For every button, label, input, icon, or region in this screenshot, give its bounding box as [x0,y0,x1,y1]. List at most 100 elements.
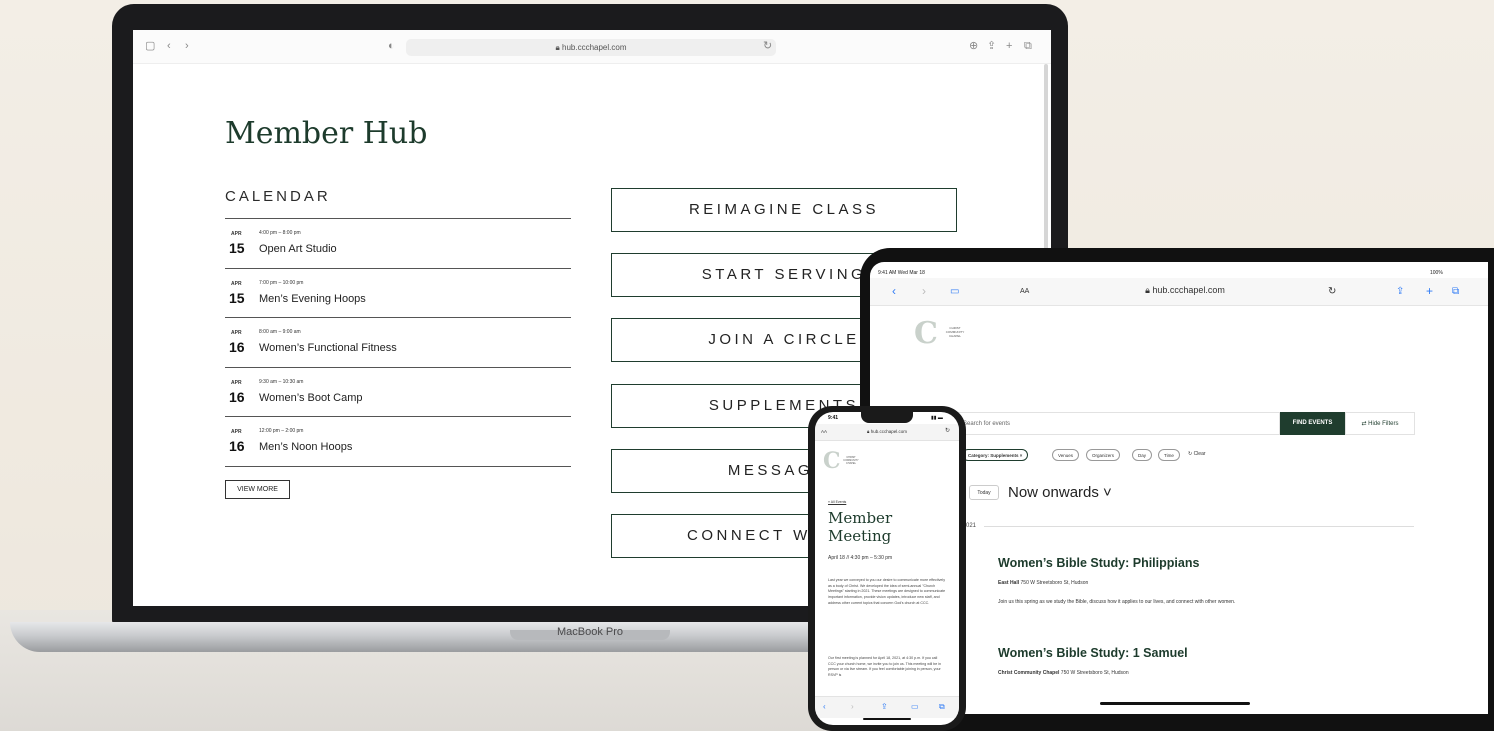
back-icon[interactable]: ‹ [823,702,826,711]
event-description: Join us this spring as we study the Bibl… [998,599,1236,605]
event-name: Open Art Studio [259,243,337,255]
home-indicator [863,718,911,720]
event-day: 16 [229,438,245,454]
forward-icon[interactable]: › [922,284,926,298]
logo-mark: C [914,316,938,351]
reload-icon[interactable]: ↻ [945,427,950,434]
event-time: 7:00 pm – 10:00 pm [259,279,304,286]
share-icon[interactable]: ⇪ [881,702,888,711]
sidebar-icon[interactable]: ▢ [145,39,155,53]
category-filter-chip[interactable]: Category: Supplements × [962,449,1029,461]
scrollbar[interactable] [1044,64,1048,274]
signal-battery-icon: ▮▮ ▬ [931,415,943,421]
event-title: Member Meeting [828,509,893,545]
venues-filter-chip[interactable]: Venues [1052,449,1080,461]
event-day: 16 [229,388,245,405]
tabs-icon[interactable]: ⧉ [1452,286,1459,297]
forward-icon[interactable]: › [851,702,854,711]
event-name: Women’s Functional Fitness [259,342,397,354]
event-venue: East Hall [998,580,1020,586]
event-description: Our first meeting is planned for April 1… [828,656,941,678]
find-events-button[interactable]: FIND EVENTS [1280,412,1345,435]
event-address: 750 W Streetsboro St, Hudson [1060,670,1129,676]
forward-icon[interactable]: › [185,39,189,53]
status-time: 9:41 AM Wed Mar 18 [878,270,925,276]
browser-toolbar: ▢ ‹ › ◐ 🔒︎ hub.ccchapel.com ↻ ⊕ ⇪ + ⧉ [133,30,1051,64]
download-icon[interactable]: ⊕ [969,39,978,53]
hide-filters-button[interactable]: ⇄ Hide Filters [1345,412,1415,435]
event-day: 15 [229,240,245,256]
event-title[interactable]: Women’s Bible Study: 1 Samuel [998,646,1188,660]
logo-text: CHRIST COMMUNITY CHAPEL [843,456,859,465]
event-title[interactable]: Women’s Bible Study: Philippians [998,556,1199,570]
event-time: 9:30 am – 10:30 am [259,378,304,385]
address-text: hub.ccchapel.com [562,43,627,52]
ccc-logo[interactable]: C CHRIST COMMUNITY CHAPEL [823,448,859,474]
event-day: 16 [229,339,245,355]
event-time: 12:00 pm – 2:00 pm [259,428,304,434]
back-icon[interactable]: ‹ [167,39,171,53]
event-search-input[interactable]: Search for events [958,412,1280,435]
calendar-event[interactable]: APR 4:00 pm – 8:00 pm 15 Open Art Studio [225,218,571,268]
address-text: hub.ccchapel.com [1152,285,1225,295]
event-date: April 18 // 4:30 pm – 5:30 pm [828,555,893,561]
address-text: hub.ccchapel.com [870,429,907,434]
bookmarks-icon[interactable]: ▭ [911,702,919,711]
view-more-button[interactable]: VIEW MORE [225,480,290,499]
logo-mark: C [823,448,841,474]
calendar-event[interactable]: APR 12:00 pm – 2:00 pm 16 Men’s Noon Hoo… [225,416,571,466]
reimagine-class-button[interactable]: REIMAGINE CLASS [611,188,957,232]
tabs-icon[interactable]: ⧉ [939,702,945,712]
new-tab-icon[interactable]: + [1426,284,1433,298]
ccc-logo[interactable]: C CHRIST COMMUNITY CHAPEL [914,316,964,351]
event-month: APR [231,379,242,386]
address-bar[interactable]: 🔒︎ hub.ccchapel.com [1030,285,1340,296]
event-address: 750 W Streetsboro St, Hudson [1020,580,1089,586]
calendar-list: APR 4:00 pm – 8:00 pm 15 Open Art Studio… [225,218,571,467]
divider [984,526,1414,527]
address-bar[interactable]: 🔒︎ hub.ccchapel.com [406,39,776,56]
calendar-event[interactable]: APR 9:30 am – 10:30 am 16 Women’s Boot C… [225,366,571,417]
privacy-icon[interactable]: ◐ [388,39,395,53]
date-range-selector[interactable]: Now onwards ˅ [1008,484,1112,501]
back-icon[interactable]: ‹ [892,284,896,298]
iphone-screen: 9:41 ▮▮ ▬ AA 🔒︎ hub.ccchapel.com ↻ C CHR… [815,412,959,725]
new-tab-icon[interactable]: + [1006,39,1012,53]
calendar-event[interactable]: APR 8:00 am – 9:00 am 16 Women’s Functio… [225,317,571,367]
share-icon[interactable]: ⇪ [987,39,996,53]
calendar-event[interactable]: APR 7:00 pm – 10:00 pm 15 Men’s Evening … [225,267,571,318]
divider [225,465,571,467]
event-location: East Hall 750 W Streetsboro St, Hudson [998,580,1088,586]
year-separator: 021 [966,523,977,529]
time-filter-chip[interactable]: Time [1158,449,1180,461]
reload-icon[interactable]: ↻ [1328,286,1336,297]
reload-icon[interactable]: ↻ [763,39,772,53]
clear-filters-link[interactable]: ↻ Clear [1188,451,1206,457]
event-month: APR [231,231,242,237]
event-time: 8:00 am – 9:00 am [259,329,301,335]
organizers-filter-chip[interactable]: Organizers [1086,449,1121,461]
share-icon[interactable]: ⇪ [1396,286,1404,297]
hide-filters-label: Hide Filters [1368,421,1399,427]
event-name: Women’s Boot Camp [259,391,363,404]
event-time: 4:00 pm – 8:00 pm [259,230,301,236]
all-events-link[interactable]: « All Events [828,500,846,504]
bookmarks-icon[interactable]: ▭ [950,286,959,297]
event-description: Last year we conveyed to you our desire … [828,578,946,605]
day-filter-chip[interactable]: Day [1132,449,1153,461]
event-name: Men’s Noon Hoops [259,441,353,453]
status-time: 9:41 [828,415,839,421]
macbook-label: MacBook Pro [556,626,624,638]
event-venue: Christ Community Chapel [998,670,1060,676]
event-month: APR [231,330,242,336]
reader-icon[interactable]: AA [1020,288,1029,295]
event-day: 15 [229,289,245,306]
today-button[interactable]: Today [969,485,999,500]
calendar-heading: CALENDAR [225,188,331,205]
event-month: APR [231,429,242,435]
address-bar[interactable]: 🔒︎ hub.ccchapel.com [815,429,959,434]
tabs-icon[interactable]: ⧉ [1024,39,1032,53]
notch [861,412,913,423]
event-name: Men’s Evening Hoops [259,292,366,305]
event-location: Christ Community Chapel 750 W Streetsbor… [998,670,1129,676]
